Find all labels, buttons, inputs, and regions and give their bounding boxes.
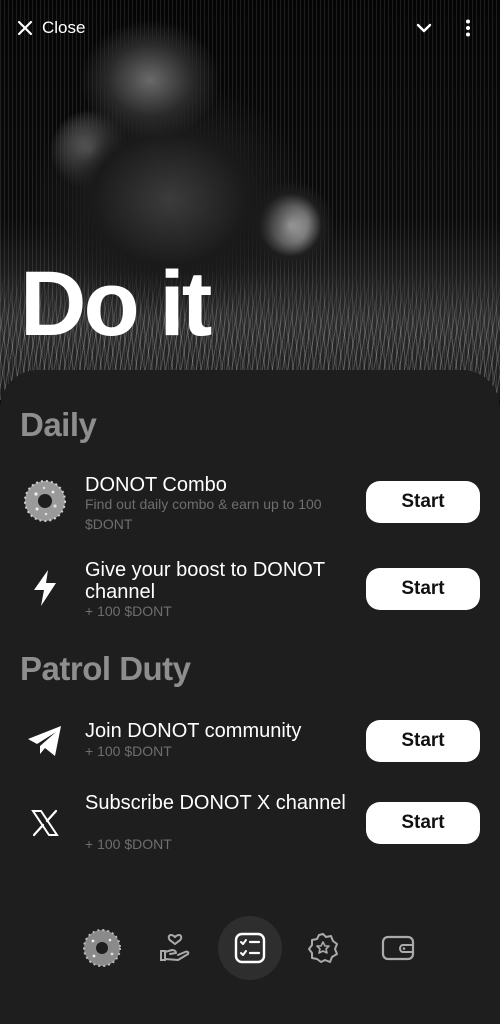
donut-icon bbox=[22, 478, 68, 524]
hero-banner: Do it bbox=[0, 0, 500, 400]
telegram-icon bbox=[22, 718, 68, 764]
hand-heart-icon bbox=[160, 933, 190, 961]
task-subtitle: + 100 $DONT bbox=[85, 836, 172, 852]
task-title: Join DONOT community bbox=[85, 720, 302, 742]
collapse-button[interactable] bbox=[410, 14, 438, 42]
chevron-down-icon bbox=[416, 23, 432, 33]
x-logo-icon bbox=[22, 800, 68, 846]
section-title-daily: Daily bbox=[20, 406, 97, 443]
start-button[interactable]: Start bbox=[366, 568, 480, 610]
bottom-nav bbox=[0, 914, 500, 984]
start-button[interactable]: Start bbox=[366, 720, 480, 762]
wallet-icon bbox=[381, 935, 415, 961]
hero-title: Do it bbox=[20, 253, 212, 355]
task-subtitle: + 100 $DONT bbox=[85, 603, 172, 619]
nav-item-wallet[interactable] bbox=[366, 916, 430, 980]
close-label: Close bbox=[42, 18, 86, 37]
nav-item-home[interactable] bbox=[70, 916, 134, 980]
task-list-icon bbox=[234, 932, 266, 964]
task-subtitle: Find out daily combo & earn up to 100 $D… bbox=[85, 496, 322, 532]
close-button[interactable]: Close bbox=[16, 14, 85, 42]
task-subtitle: + 100 $DONT bbox=[85, 743, 172, 759]
close-icon bbox=[17, 20, 33, 36]
section-title-patrol-duty: Patrol Duty bbox=[20, 650, 191, 687]
donut-icon bbox=[83, 929, 121, 967]
nav-item-tasks[interactable] bbox=[218, 916, 282, 980]
more-vertical-icon bbox=[466, 19, 470, 37]
nav-item-patrol[interactable] bbox=[291, 916, 355, 980]
lightning-icon bbox=[22, 565, 68, 611]
badge-icon bbox=[308, 933, 338, 963]
top-bar: Close bbox=[0, 0, 500, 56]
nav-item-donate[interactable] bbox=[143, 916, 207, 980]
task-title: Give your boost to DONOT channel bbox=[85, 559, 325, 603]
task-title: Subscribe DONOT X channel bbox=[85, 792, 346, 814]
start-button[interactable]: Start bbox=[366, 802, 480, 844]
task-title: DONOT Combo bbox=[85, 474, 227, 496]
start-button[interactable]: Start bbox=[366, 481, 480, 523]
more-menu-button[interactable] bbox=[454, 14, 482, 42]
